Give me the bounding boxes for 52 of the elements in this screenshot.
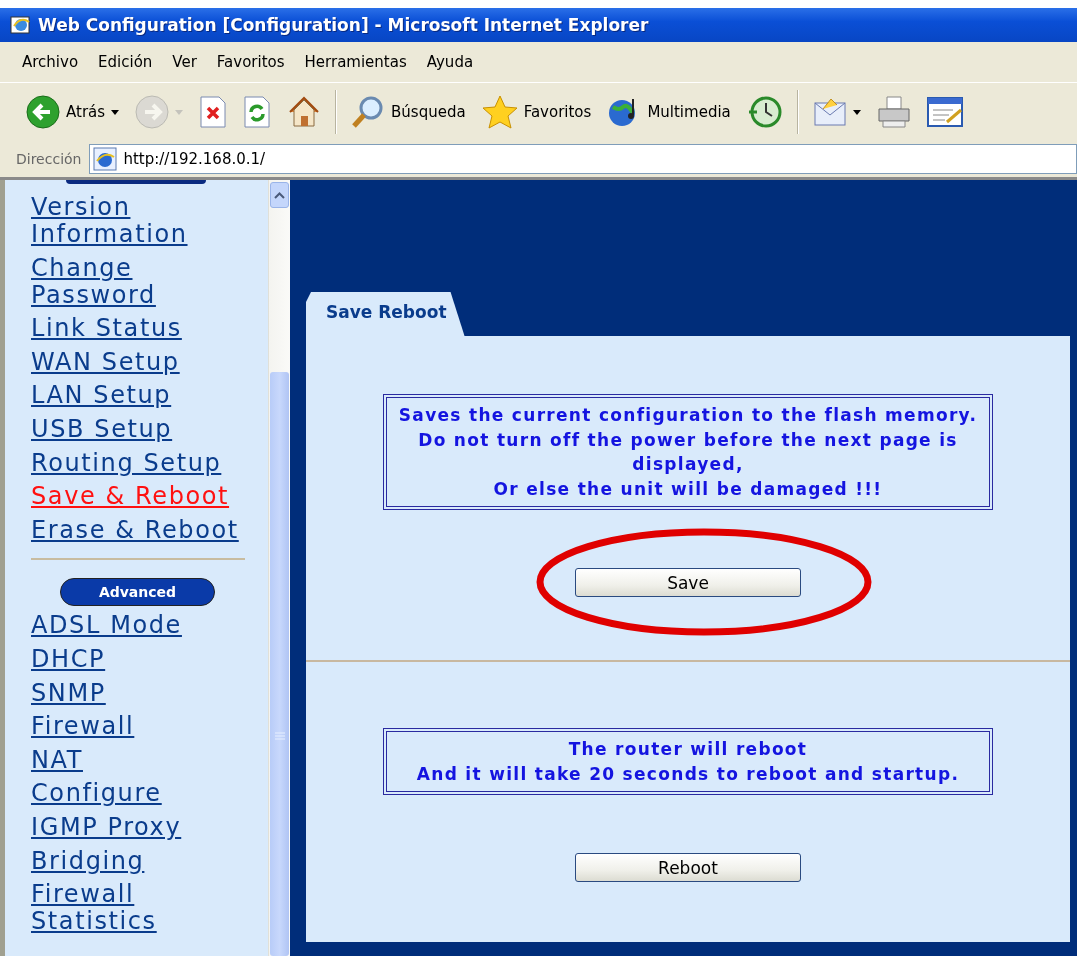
- nav-link[interactable]: NAT: [31, 746, 253, 781]
- favorites-button[interactable]: Favoritos: [475, 92, 598, 132]
- nav-link[interactable]: Change Password: [31, 254, 253, 316]
- browser-icon: [10, 14, 32, 36]
- nav-link[interactable]: SNMP: [31, 679, 253, 714]
- nav-link[interactable]: Link Status: [31, 315, 253, 349]
- action-button[interactable]: Reboot: [575, 853, 801, 882]
- nav-link[interactable]: DHCP: [31, 645, 253, 680]
- star-icon: [481, 95, 518, 129]
- notepad-pencil-icon: [926, 96, 965, 128]
- nav-link[interactable]: USB Setup: [31, 415, 253, 450]
- up-chevron-icon: [274, 191, 285, 199]
- printer-icon: [876, 95, 911, 129]
- address-field[interactable]: http://192.168.0.1/: [89, 144, 1077, 174]
- warning-message: Saves the current configuration to the flash memory. Do not turn off the power before the next page is displayed, Or else the unit will be damaged !!!: [383, 394, 993, 510]
- dropdown-arrow-icon: [175, 109, 184, 115]
- nav-link[interactable]: WAN Setup: [31, 348, 253, 383]
- nav-link[interactable]: Bridging: [31, 847, 253, 882]
- menu-item[interactable]: Ayuda: [416, 53, 484, 71]
- page-icon: [93, 147, 118, 171]
- nav-link[interactable]: Firewall: [31, 713, 253, 747]
- nav-link[interactable]: ADSL Mode: [31, 612, 253, 646]
- scrollbar-thumb[interactable]: [270, 372, 289, 956]
- scroll-up-button[interactable]: [270, 182, 289, 208]
- dropdown-arrow-icon: [111, 109, 120, 115]
- window-title: Web Configuration [Configuration] - Microsoft Internet Explorer: [38, 15, 649, 35]
- action-button[interactable]: Save: [575, 568, 801, 597]
- menu-item[interactable]: Archivo: [12, 53, 89, 71]
- search-button[interactable]: Búsqueda: [345, 92, 472, 132]
- nav-link[interactable]: LAN Setup: [31, 382, 253, 416]
- menu-item[interactable]: Edición: [88, 53, 163, 71]
- menu-item[interactable]: Ver: [162, 53, 207, 71]
- nav-link[interactable]: Configure: [31, 780, 253, 814]
- grip-icon: [274, 732, 285, 740]
- section-header: Advanced: [60, 578, 215, 607]
- envelope-icon: [812, 97, 847, 127]
- refresh-icon: [243, 96, 272, 128]
- clock-arrow-icon: [746, 95, 783, 129]
- address-label: Dirección: [16, 151, 82, 167]
- nav-link[interactable]: Version Information: [31, 194, 253, 255]
- nav-link[interactable]: IGMP Proxy: [31, 813, 253, 848]
- nav-link[interactable]: Erase & Reboot: [31, 516, 253, 551]
- stop-icon: [199, 96, 228, 128]
- dropdown-arrow-icon: [852, 109, 861, 115]
- back-button[interactable]: Atrás: [20, 92, 126, 132]
- warning-message: The router will reboot And it will take 20 seconds to reboot and startup.: [383, 728, 993, 795]
- menu-item[interactable]: Favoritos: [206, 53, 295, 71]
- media-button[interactable]: Multimedia: [601, 92, 737, 132]
- tab[interactable]: Save Reboot: [306, 292, 465, 336]
- nav-link[interactable]: Firewall Statistics: [31, 881, 253, 942]
- menu-item[interactable]: Herramientas: [294, 53, 417, 71]
- nav-link[interactable]: Routing Setup: [31, 449, 253, 484]
